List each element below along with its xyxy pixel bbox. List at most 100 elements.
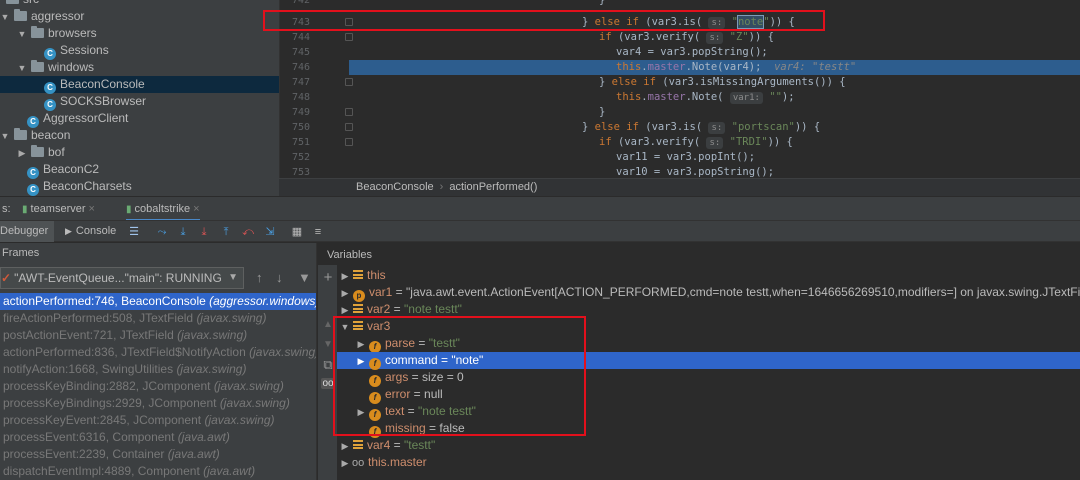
line-number: 752	[291, 152, 310, 163]
tree-item-beaconc2[interactable]: C BeaconC2	[0, 161, 279, 179]
field-command[interactable]: ▶ f command = "note"	[337, 352, 1080, 370]
field-missing[interactable]: f missing = false	[337, 420, 1080, 438]
frame-item[interactable]: postActionEvent:721, JTextField (javax.s…	[0, 327, 316, 344]
frame-item[interactable]: processKeyBindings:2929, JComponent (jav…	[0, 395, 316, 412]
expand-arrow-icon[interactable]: ▶	[340, 302, 350, 319]
code-line-746-current[interactable]: this.master.Note(var4); var4: "testt"	[349, 60, 1080, 75]
package-folder-icon	[31, 26, 44, 38]
code-line-750[interactable]: } else if (var3.is( s: "portscan")) {	[349, 120, 1080, 135]
chevron-up-icon[interactable]: ▲	[321, 319, 335, 330]
frame-item[interactable]: notifyAction:1668, SwingUtilities (javax…	[0, 361, 316, 378]
project-tree: src ▼aggressor ▼browsers CSessions ▼wind…	[0, 0, 279, 196]
thread-selector[interactable]: ✓ "AWT-EventQueue..."main": RUNNING ▼	[0, 267, 244, 289]
expand-arrow-icon[interactable]: ▼	[0, 128, 10, 145]
step-out-icon[interactable]: ⤒	[219, 225, 233, 239]
frame-item[interactable]: processKeyBinding:2882, JComponent (java…	[0, 378, 316, 395]
frame-item[interactable]: processEvent:2239, Container (java.awt)	[0, 446, 316, 463]
code-line-752[interactable]: var11 = var3.popInt();	[349, 150, 1080, 165]
filter-icon[interactable]: ▼	[298, 270, 311, 285]
field-error[interactable]: f error = null	[337, 386, 1080, 404]
run-tabs-bar: s: ▮ teamserver × ▮ cobaltstrike ×	[0, 196, 1080, 221]
evaluate-expression-icon[interactable]: ▦	[290, 225, 304, 239]
object-icon	[353, 440, 363, 449]
frame-item[interactable]: dispatchEventImpl:4889, Component (java.…	[0, 463, 316, 480]
frame-item[interactable]: processKeyEvent:2845, JComponent (javax.…	[0, 412, 316, 429]
code-line-753[interactable]: var10 = var3.popString();	[349, 165, 1080, 178]
package-folder-icon	[14, 9, 27, 21]
breadcrumb-class[interactable]: BeaconConsole	[356, 181, 434, 193]
variable-var1[interactable]: ▶ p var1 = "java.awt.event.ActionEvent[ACT…	[337, 284, 1080, 302]
watch-icon: oo	[352, 457, 365, 469]
tree-item-src[interactable]: src	[0, 0, 279, 8]
expand-arrow-icon[interactable]: ▶	[340, 455, 350, 472]
collapse-arrow-icon[interactable]: ▼	[340, 319, 350, 336]
code-line-749[interactable]: }	[349, 105, 1080, 120]
parameter-hint: s:	[708, 122, 726, 134]
field-parse[interactable]: ▶ f parse = "testt"	[337, 335, 1080, 353]
expand-arrow-icon[interactable]: ▼	[17, 26, 27, 43]
tree-item-beaconconsole[interactable]: C BeaconConsole	[0, 76, 279, 94]
trace-icon[interactable]: ≡	[311, 225, 325, 239]
tab-cobaltstrike[interactable]: ▮ cobaltstrike ×	[126, 197, 200, 221]
tree-item-aggressor[interactable]: ▼ aggressor	[0, 8, 279, 25]
variable-var3[interactable]: ▼ var3	[337, 318, 1080, 335]
run-to-cursor-icon[interactable]: ⇲	[263, 225, 277, 239]
copy-icon[interactable]: ⧉	[321, 357, 335, 373]
add-watch-icon[interactable]: +	[321, 269, 335, 286]
expand-arrow-icon[interactable]: ▶	[356, 353, 366, 370]
expand-arrow-icon[interactable]: ▶	[340, 268, 350, 285]
drop-frame-icon[interactable]: ⤺	[241, 225, 255, 239]
chevron-down-icon[interactable]: ▼	[321, 339, 335, 350]
code-line-744[interactable]: if (var3.verify( s: "Z")) {	[349, 30, 1080, 45]
variable-var4[interactable]: ▶ var4 = "testt"	[337, 437, 1080, 454]
watch-this-master[interactable]: ▶ oo this.master	[337, 454, 1080, 471]
tree-item-browsers[interactable]: ▼ browsers	[0, 25, 279, 42]
expand-arrow-icon[interactable]: ▶	[356, 404, 366, 421]
expand-arrow-icon[interactable]: ▶	[340, 285, 350, 302]
frame-item[interactable]: actionPerformed:836, JTextField$NotifyAc…	[0, 344, 316, 361]
chevron-right-icon: ›	[439, 181, 444, 193]
step-over-icon[interactable]: ⤓	[176, 225, 190, 239]
tree-item-sessions[interactable]: C Sessions	[0, 42, 279, 60]
show-execution-point-icon[interactable]: ⤳	[155, 225, 169, 239]
code-line-745[interactable]: var4 = var3.popString();	[349, 45, 1080, 60]
arrow-down-icon[interactable]: ↓	[276, 270, 283, 285]
code-line-747[interactable]: } else if (var3.isMissingArguments()) {	[349, 75, 1080, 90]
step-into-icon[interactable]: ⤓	[197, 225, 211, 239]
expand-arrow-icon[interactable]: ▼	[17, 60, 27, 77]
arrow-up-icon[interactable]: ↑	[256, 270, 263, 285]
code-line-748[interactable]: this.master.Note( var1: "");	[349, 90, 1080, 105]
breadcrumb-method[interactable]: actionPerformed()	[449, 181, 537, 193]
expand-arrow-icon[interactable]: ▼	[0, 9, 10, 26]
watches-toggle-icon[interactable]: oo	[321, 378, 335, 389]
variables-title: Variables	[327, 249, 373, 261]
code-editor[interactable]: 742 743 744 745 746 747 748 749 750 751 …	[279, 0, 1080, 178]
line-number: 743	[291, 17, 310, 28]
expand-arrow-icon[interactable]: ▶	[340, 438, 350, 455]
variable-var2[interactable]: ▶ var2 = "note testt"	[337, 301, 1080, 318]
variable-this[interactable]: ▶ this	[337, 267, 1080, 284]
close-icon[interactable]: ×	[89, 203, 95, 215]
close-icon[interactable]: ×	[193, 203, 199, 215]
tree-item-windows[interactable]: ▼ windows	[0, 59, 279, 76]
tree-item-beaconcharsets[interactable]: C BeaconCharsets	[0, 178, 279, 196]
tree-item-beacon[interactable]: ▼ beacon	[0, 127, 279, 144]
tree-item-socksbrowser[interactable]: C SOCKSBrowser	[0, 93, 279, 111]
field-text[interactable]: ▶ f text = "note testt"	[337, 403, 1080, 421]
tab-teamserver[interactable]: ▮ teamserver ×	[22, 197, 95, 221]
field-args[interactable]: f args = size = 0	[337, 369, 1080, 387]
code-line-743[interactable]: } else if (var3.is( s: "note")) {	[349, 15, 1080, 30]
frame-item[interactable]: fireActionPerformed:508, JTextField (jav…	[0, 310, 316, 327]
code-line-751[interactable]: if (var3.verify( s: "TRDI")) {	[349, 135, 1080, 150]
app-icon: ▮	[22, 204, 28, 215]
expand-arrow-icon[interactable]: ▶	[356, 336, 366, 353]
layout-icon[interactable]: ☰	[127, 225, 141, 239]
tree-item-aggressorclient[interactable]: C AggressorClient	[0, 110, 279, 128]
frame-item[interactable]: actionPerformed:746, BeaconConsole (aggr…	[0, 293, 316, 310]
collapse-arrow-icon[interactable]: ▶	[17, 145, 27, 162]
frame-item[interactable]: processEvent:6316, Component (java.awt)	[0, 429, 316, 446]
tree-item-bof[interactable]: ▶ bof	[0, 144, 279, 161]
code-line-742[interactable]: }	[349, 0, 1080, 8]
tab-debugger[interactable]: Debugger	[0, 221, 55, 242]
tab-console[interactable]: ▶ Console	[65, 221, 116, 242]
